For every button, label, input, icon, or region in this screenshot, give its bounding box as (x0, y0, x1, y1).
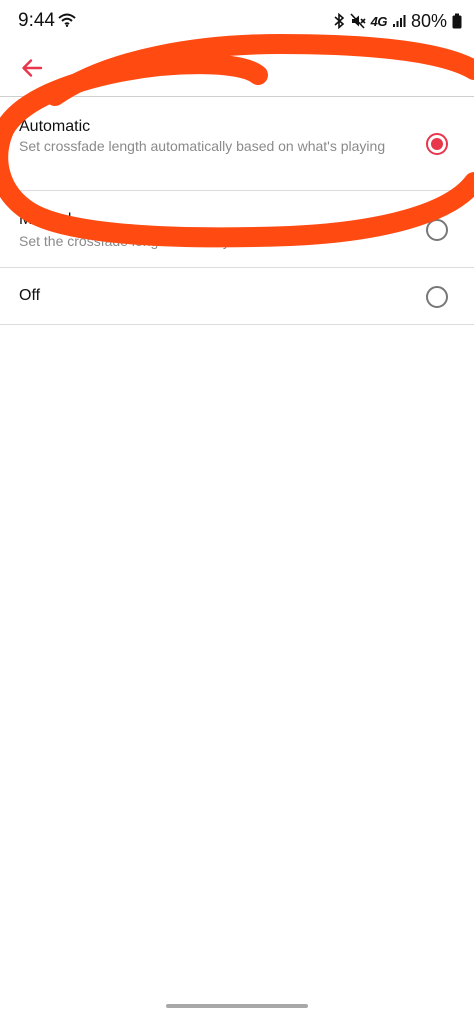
option-description: Set the crossfade length manually (19, 233, 230, 249)
arrow-left-icon (21, 58, 43, 83)
option-description: Set crossfade length automatically based… (19, 138, 386, 154)
home-indicator[interactable] (166, 1004, 308, 1008)
app-bar (0, 44, 474, 97)
radio-manual[interactable] (426, 219, 448, 241)
radio-selected-dot (431, 138, 443, 150)
status-bar: 9:44 4G 80% (0, 0, 474, 44)
battery-icon (452, 13, 462, 29)
radio-automatic[interactable] (426, 133, 448, 155)
bluetooth-icon (333, 13, 345, 29)
option-automatic[interactable]: Automatic Set crossfade length automatic… (0, 97, 474, 191)
radio-off[interactable] (426, 286, 448, 308)
option-title: Automatic (19, 118, 91, 135)
battery-percent: 80% (410, 10, 447, 31)
option-manual[interactable]: Manual Set the crossfade length manually (0, 191, 474, 268)
option-title: Off (19, 287, 41, 304)
signal-icon (392, 14, 406, 28)
status-icons: 4G 80% (333, 10, 462, 32)
network-type: 4G (370, 13, 388, 29)
wifi-icon (58, 13, 76, 32)
option-title: Manual (19, 211, 72, 228)
mute-icon (350, 13, 366, 29)
divider (0, 324, 474, 325)
status-time: 9:44 (18, 10, 55, 31)
option-off[interactable]: Off (0, 268, 474, 325)
back-button[interactable] (14, 52, 50, 88)
